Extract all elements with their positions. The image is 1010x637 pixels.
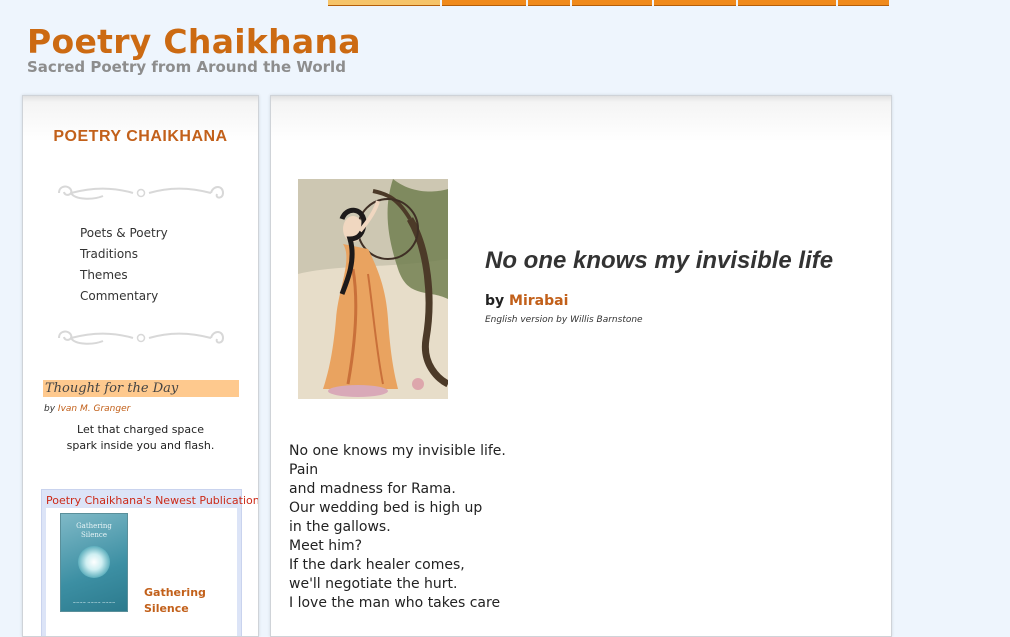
site-title[interactable]: Poetry Chaikhana	[27, 22, 361, 61]
sidebar-item-poets[interactable]: Poets & Poetry	[80, 223, 168, 244]
book-title-line: Gathering	[144, 586, 206, 599]
mirabai-painting-image	[298, 179, 448, 399]
sidebar-item-commentary[interactable]: Commentary	[80, 286, 168, 307]
poem-title: No one knows my invisible life	[485, 247, 834, 274]
top-nav-tab[interactable]	[528, 0, 570, 6]
thought-text: Let that charged space spark inside you …	[23, 422, 258, 454]
main-content-panel: No one knows my invisible life by Miraba…	[270, 95, 892, 637]
poem-line: If the dark healer comes,	[289, 557, 465, 573]
cover-emblem-icon	[78, 546, 110, 578]
poem-by-prefix: by	[485, 293, 505, 309]
thought-of-day-header: Thought for the Day	[43, 380, 239, 397]
book-title-line: Silence	[144, 602, 189, 615]
thought-line: spark inside you and flash.	[66, 439, 215, 452]
poem-line: Pain	[289, 462, 319, 478]
publication-heading: Poetry Chaikhana's Newest Publication	[46, 494, 259, 507]
poem-line: Meet him?	[289, 538, 363, 554]
book-title-link[interactable]: Gathering Silence	[144, 585, 214, 617]
thought-by-prefix: by	[44, 404, 56, 414]
book-cover-image[interactable]: Gathering Silence ~~~~ ~~~~ ~~~~	[60, 513, 128, 612]
top-nav-tab[interactable]	[328, 0, 440, 6]
sidebar-nav: Poets & Poetry Traditions Themes Comment…	[80, 223, 168, 307]
poem-line: I love the man who takes care	[289, 595, 501, 611]
thought-author-link[interactable]: Ivan M. Granger	[58, 404, 130, 414]
ornament-divider-icon	[58, 330, 225, 345]
sidebar-title: POETRY CHAIKHANA	[53, 128, 228, 145]
top-nav-bar	[328, 0, 891, 6]
poem-author-link[interactable]: Mirabai	[509, 293, 568, 309]
top-nav-tab[interactable]	[738, 0, 836, 6]
poem-line: and madness for Rama.	[289, 481, 456, 497]
poem-line: Our wedding bed is high up	[289, 500, 483, 516]
cover-author-lettering: ~~~~ ~~~~ ~~~~	[72, 600, 116, 605]
ornament-divider-icon	[58, 185, 225, 200]
top-nav-tab[interactable]	[838, 0, 889, 6]
sidebar-item-traditions[interactable]: Traditions	[80, 244, 168, 265]
translator-note: English version by Willis Barnstone	[485, 315, 643, 325]
site-subtitle: Sacred Poetry from Around the World	[27, 58, 346, 76]
sidebar-item-themes[interactable]: Themes	[80, 265, 168, 286]
top-nav-tab[interactable]	[442, 0, 526, 6]
newest-publication-box: Poetry Chaikhana's Newest Publication Ga…	[41, 489, 258, 636]
sidebar-panel: POETRY CHAIKHANA Poets & Poetry Traditio…	[22, 95, 259, 637]
poem-text: No one knows my invisible life. Pain and…	[289, 442, 506, 613]
top-nav-tab[interactable]	[654, 0, 736, 6]
poem-line: No one knows my invisible life.	[289, 443, 506, 459]
poem-byline: by Mirabai	[485, 293, 568, 309]
poem-line: we'll negotiate the hurt.	[289, 576, 458, 592]
cover-title-text: Gathering Silence	[76, 522, 112, 539]
thought-byline: by Ivan M. Granger	[44, 404, 130, 414]
poem-line: in the gallows.	[289, 519, 391, 535]
thought-line: Let that charged space	[77, 423, 204, 436]
top-nav-tab[interactable]	[572, 0, 652, 6]
